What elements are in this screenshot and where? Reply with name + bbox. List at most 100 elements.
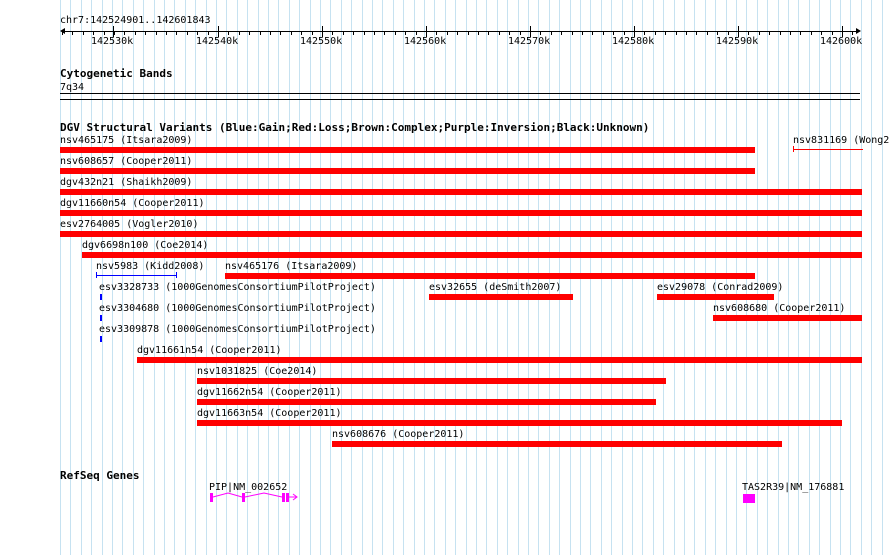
ruler-minor-tick (218, 31, 219, 35)
dgv-variant-bar (429, 294, 573, 300)
grid-line (143, 0, 144, 555)
dgv-variant-bar (137, 357, 862, 363)
dgv-variant-label: nsv608676 (Cooper2011) (332, 429, 465, 440)
ruler-minor-tick (811, 31, 812, 35)
dgv-variant-bar (60, 189, 862, 195)
dgv-variant-label: esv2764005 (Vogler2010) (60, 219, 199, 230)
dgv-variant-label: nsv608657 (Cooper2011) (60, 156, 193, 167)
dgv-variant-bar (100, 315, 102, 321)
cytoband-line-bottom (60, 99, 860, 100)
ruler-tick-label: 142570k (508, 36, 551, 47)
ruler-minor-tick (374, 31, 375, 35)
ruler-minor-tick (759, 31, 760, 35)
dgv-variant-bar (197, 378, 666, 384)
dgv-variant-label: nsv5983 (Kidd2008) (96, 261, 205, 272)
ruler-minor-tick (644, 31, 645, 35)
dgv-variant-label: nsv465175 (Itsara2009) (60, 135, 193, 146)
refseq-track-title: RefSeq Genes (60, 469, 140, 482)
dgv-variant-bar (197, 399, 656, 405)
cytobands-track-title: Cytogenetic Bands (60, 67, 173, 80)
dgv-variant-bar (332, 441, 782, 447)
dgv-variant-bar (100, 294, 102, 300)
ruler-minor-tick (114, 31, 115, 35)
ruler[interactable]: 142530k 142540k 142550k 142560k 142570k 14258… (0, 0, 890, 50)
dgv-variant-label: esv3304680 (1000GenomesConsortiumPilotPr… (99, 303, 376, 314)
ruler-minor-tick (405, 31, 406, 35)
grid-line (840, 0, 841, 555)
grid-line (206, 0, 207, 555)
gene-pip[interactable]: PIP|NM_002652 (208, 482, 308, 504)
dgv-track-title: DGV Structural Variants (Blue:Gain;Red:L… (60, 121, 650, 134)
ruler-minor-tick (239, 31, 240, 35)
dgv-variant-bar (82, 252, 862, 258)
ruler-minor-tick (332, 31, 333, 35)
dgv-variant-label: esv3328733 (1000GenomesConsortiumPilotPr… (99, 282, 376, 293)
ruler-tick-label: 142550k (300, 36, 343, 47)
ruler-minor-tick (842, 31, 843, 35)
grid-line (216, 0, 217, 555)
ruler-minor-tick (104, 31, 105, 35)
dgv-variant-label: dgv6698n100 (Coe2014) (82, 240, 209, 251)
dgv-variant-bar (225, 273, 755, 279)
ruler-minor-tick (343, 31, 344, 35)
ruler-minor-tick (312, 31, 313, 35)
gene-tas2r39[interactable]: TAS2R39|NM_176881 (742, 482, 852, 504)
grid-line (798, 0, 799, 555)
gene-exon-box (743, 494, 755, 503)
gene-model-icon (210, 492, 298, 502)
ruler-minor-tick (322, 31, 323, 35)
ruler-minor-tick (665, 31, 666, 35)
ruler-minor-tick (228, 31, 229, 35)
ruler-minor-tick (364, 31, 365, 35)
ruler-minor-tick (707, 31, 708, 35)
ruler-minor-tick (696, 31, 697, 35)
ruler-minor-tick (291, 31, 292, 35)
ruler-minor-tick (582, 31, 583, 35)
ruler-minor-tick (124, 31, 125, 35)
ruler-minor-tick (395, 31, 396, 35)
dgv-variant-cap (96, 272, 97, 278)
dgv-variant-label: dgv11661n54 (Cooper2011) (137, 345, 282, 356)
ruler-minor-tick (655, 31, 656, 35)
ruler-minor-tick (634, 31, 635, 35)
ruler-minor-tick (468, 31, 469, 35)
ruler-minor-tick (821, 31, 822, 35)
dgv-variant-label: dgv11663n54 (Cooper2011) (197, 408, 342, 419)
grid-line (154, 0, 155, 555)
dgv-variant-bar (657, 294, 774, 300)
dgv-variant-label: dgv11662n54 (Cooper2011) (197, 387, 342, 398)
ruler-minor-tick (270, 31, 271, 35)
dgv-variant-label: nsv465176 (Itsara2009) (225, 261, 358, 272)
grid-line (174, 0, 175, 555)
dgv-variant-bar (60, 168, 755, 174)
ruler-tick-label: 142580k (612, 36, 655, 47)
ruler-minor-tick (852, 31, 853, 35)
grid-line (850, 0, 851, 555)
ruler-minor-tick (416, 31, 417, 35)
grid-line (871, 0, 872, 555)
ruler-minor-tick (488, 31, 489, 35)
ruler-minor-tick (520, 31, 521, 35)
ruler-minor-tick (62, 31, 63, 35)
grid-line (809, 0, 810, 555)
dgv-variant-label: esv29078 (Conrad2009) (657, 282, 784, 293)
ruler-minor-tick (187, 31, 188, 35)
ruler-minor-tick (457, 31, 458, 35)
ruler-minor-tick (301, 31, 302, 35)
ruler-minor-tick (353, 31, 354, 35)
dgv-variant-bar (793, 149, 863, 150)
ruler-minor-tick (780, 31, 781, 35)
ruler-minor-tick (208, 31, 209, 35)
dgv-variant-bar (100, 336, 102, 342)
ruler-minor-tick (509, 31, 510, 35)
ruler-tick-label: 142590k (716, 36, 759, 47)
grid-line (195, 0, 196, 555)
dgv-variant-bar (197, 420, 842, 426)
ruler-minor-tick (72, 31, 73, 35)
ruler-minor-tick (478, 31, 479, 35)
dgv-variant-cap (793, 146, 794, 152)
ruler-minor-tick (384, 31, 385, 35)
grid-line (757, 0, 758, 555)
ruler-minor-tick (832, 31, 833, 35)
ruler-minor-tick (145, 31, 146, 35)
